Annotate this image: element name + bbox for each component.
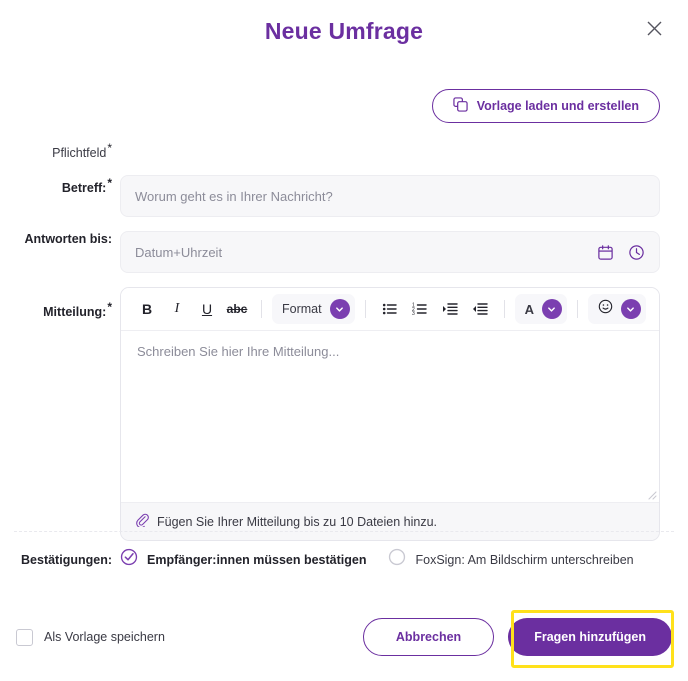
editor-toolbar: B I U abc Format 1 2 3 A (121, 288, 659, 332)
font-color-dropdown[interactable]: A (514, 294, 567, 325)
cancel-button[interactable]: Abbrechen (362, 618, 495, 656)
required-note: Pflichtfeld* (52, 141, 112, 161)
subject-placeholder: Worum geht es in Ihrer Nachricht? (135, 188, 333, 204)
radio-unchecked-icon (388, 548, 406, 571)
resize-handle[interactable] (645, 488, 657, 500)
paperclip-icon (135, 513, 149, 530)
subject-input[interactable]: Worum geht es in Ihrer Nachricht? (120, 175, 660, 218)
format-dropdown[interactable]: Format (272, 294, 355, 325)
label-subject: Betreff:* (61, 176, 112, 196)
svg-text:3: 3 (412, 311, 415, 317)
italic-button[interactable]: I (163, 295, 191, 323)
copy-icon (453, 97, 468, 115)
emoji-dropdown[interactable] (587, 294, 646, 325)
deadline-placeholder: Datum+Uhrzeit (135, 244, 223, 260)
toolbar-divider (503, 300, 505, 319)
chevron-down-icon (620, 299, 641, 320)
form-area: Pflichtfeld* Betreff:* Worum geht es in … (0, 140, 688, 555)
checkbox-box (16, 628, 33, 646)
calendar-icon[interactable] (597, 244, 614, 261)
underline-button[interactable]: U (193, 295, 221, 323)
field-row-subject: Betreff:* Worum geht es in Ihrer Nachric… (0, 175, 688, 218)
message-editor: B I U abc Format 1 2 3 A Schreiben Sie h… (120, 287, 660, 542)
format-dropdown-label: Format (282, 302, 322, 317)
required-asterisk: * (107, 176, 112, 191)
strikethrough-button[interactable]: abc (223, 295, 251, 323)
toolbar-divider (364, 300, 366, 319)
clock-icon[interactable] (628, 244, 645, 261)
emoji-icon (598, 299, 613, 319)
label-deadline: Antworten bis: (24, 232, 113, 247)
radio-foxsign[interactable]: FoxSign: Am Bildschirm unterschreiben (388, 548, 634, 571)
required-asterisk: * (107, 300, 112, 315)
field-row-deadline: Antworten bis: Datum+Uhrzeit (0, 231, 688, 274)
message-placeholder: Schreiben Sie hier Ihre Mitteilung... (137, 344, 340, 360)
radio-recipients-confirm[interactable]: Empfänger:innen müssen bestätigen (120, 548, 366, 571)
load-template-label: Vorlage laden und erstellen (476, 99, 639, 113)
bullet-list-icon[interactable] (376, 295, 404, 323)
bold-button[interactable]: B (133, 295, 161, 323)
confirmations-label: Bestätigungen: (21, 552, 112, 567)
confirmations-row: Bestätigungen: Empfänger:innen müssen be… (0, 548, 688, 571)
page-title: Neue Umfrage (264, 18, 424, 44)
required-asterisk: * (107, 141, 112, 155)
save-as-template-label: Als Vorlage speichern (44, 630, 165, 644)
deadline-input[interactable]: Datum+Uhrzeit (120, 231, 660, 274)
toolbar-divider (261, 300, 262, 319)
radio-recipients-confirm-label: Empfänger:innen müssen bestätigen (147, 552, 367, 567)
section-divider (14, 531, 674, 532)
radio-foxsign-label: FoxSign: Am Bildschirm unterschreiben (415, 552, 634, 567)
dialog-header: Neue Umfrage (0, 0, 688, 66)
footer-actions: Abbrechen Fragen hinzufügen (362, 618, 672, 656)
close-icon[interactable] (642, 16, 666, 40)
chevron-down-icon (541, 299, 562, 320)
chevron-down-icon (329, 299, 350, 320)
label-message: Mitteilung:* (43, 300, 112, 320)
required-note-row: Pflichtfeld* (0, 140, 688, 161)
template-button-row: Vorlage laden und erstellen (431, 89, 660, 123)
footer: Als Vorlage speichern Abbrechen Fragen h… (0, 618, 688, 656)
add-questions-button[interactable]: Fragen hinzufügen (508, 618, 672, 656)
message-textarea[interactable]: Schreiben Sie hier Ihre Mitteilung... (121, 331, 659, 503)
indent-icon[interactable] (436, 295, 464, 323)
attachment-hint: Fügen Sie Ihrer Mitteilung bis zu 10 Dat… (157, 514, 438, 529)
font-color-label: A (524, 301, 534, 317)
radio-checked-icon (120, 548, 138, 571)
numbered-list-icon[interactable]: 1 2 3 (406, 295, 434, 323)
save-as-template-checkbox[interactable]: Als Vorlage speichern (16, 628, 165, 646)
toolbar-divider (576, 300, 578, 319)
attachment-bar[interactable]: Fügen Sie Ihrer Mitteilung bis zu 10 Dat… (121, 502, 659, 541)
load-template-button[interactable]: Vorlage laden und erstellen (431, 89, 660, 123)
outdent-icon[interactable] (466, 295, 494, 323)
field-row-message: Mitteilung:* B I U abc Format 1 2 3 A Sc… (0, 287, 688, 542)
